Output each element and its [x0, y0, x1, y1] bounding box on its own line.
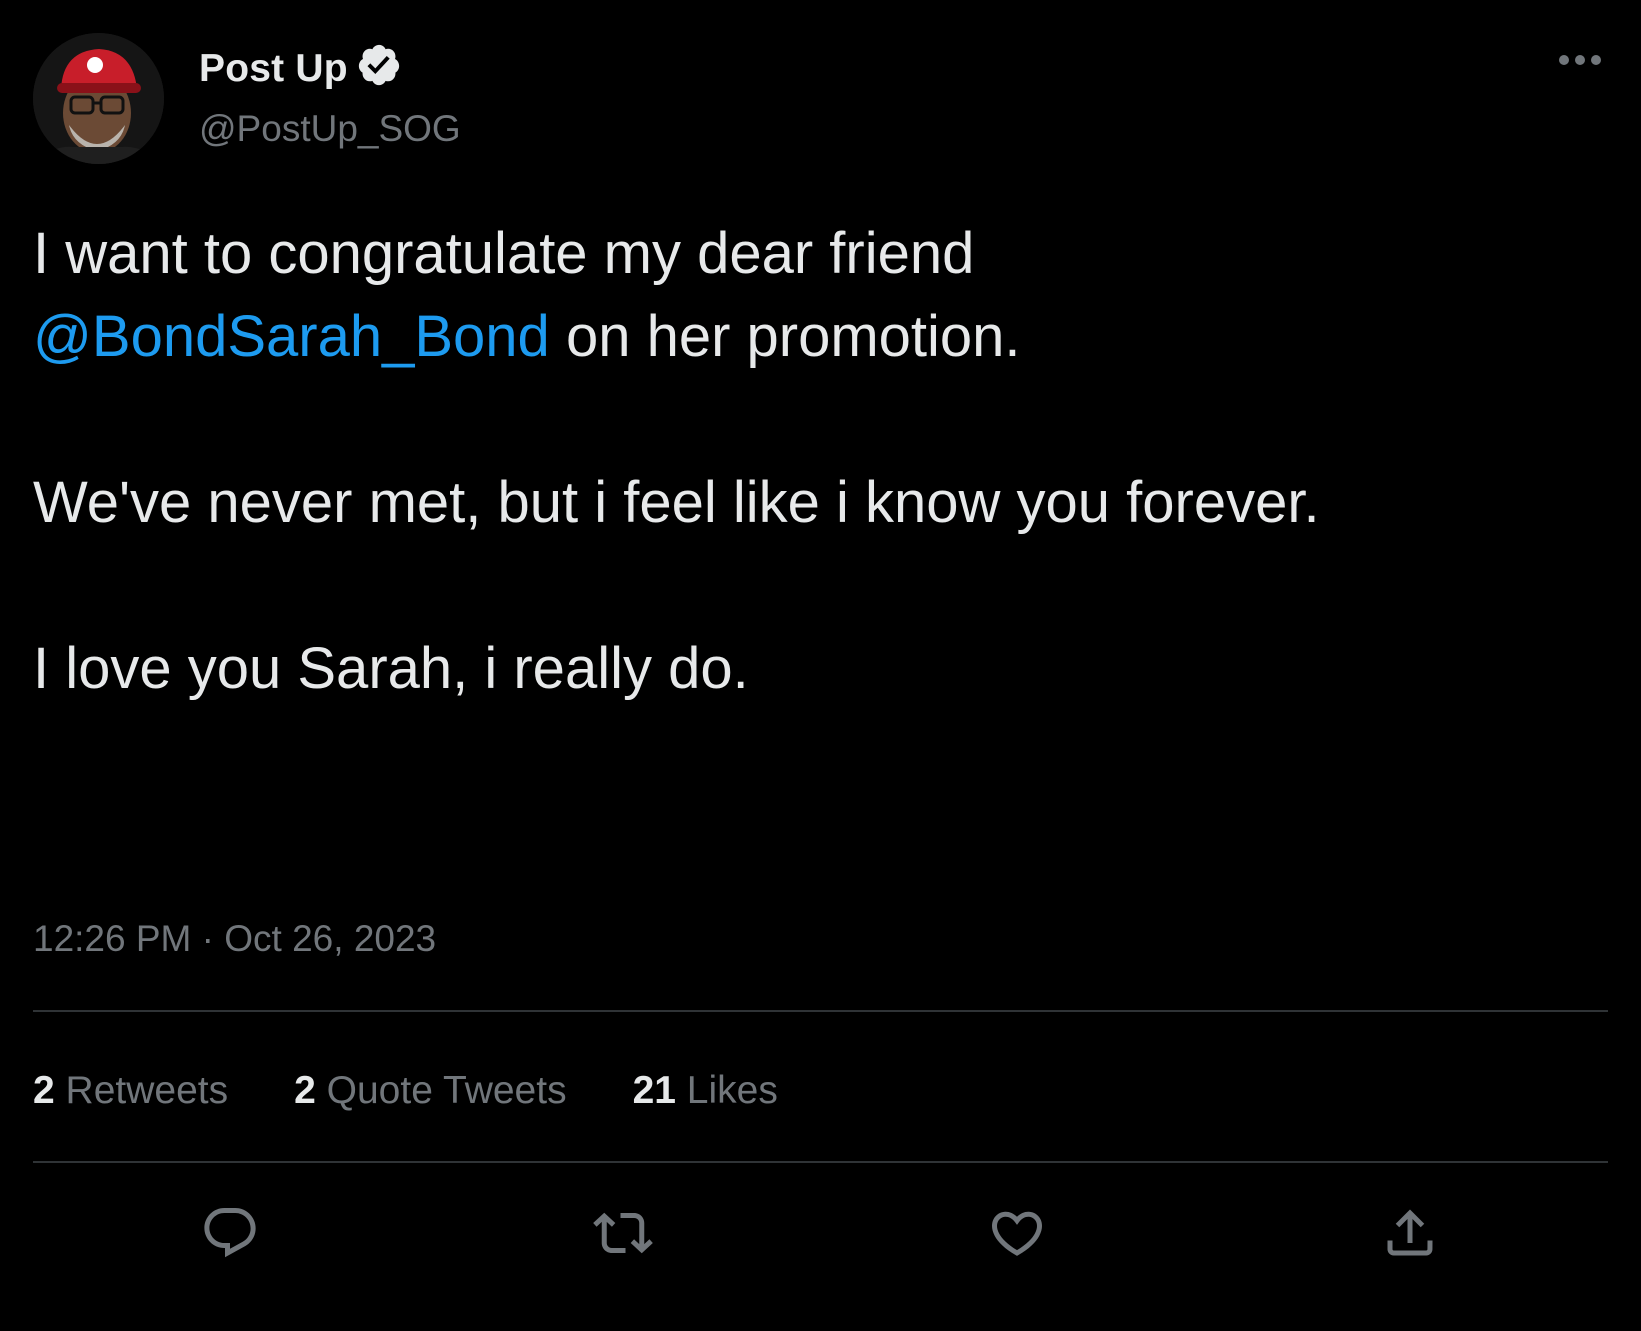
timestamp-time[interactable]: 12:26 PM — [33, 918, 191, 959]
like-icon — [991, 1211, 1043, 1256]
tweet-text: I want to congratulate my dear friend @B… — [33, 212, 1593, 710]
divider — [33, 1010, 1608, 1012]
paragraph-break — [33, 378, 1593, 461]
retweets-stat[interactable]: 2 Retweets — [33, 1069, 228, 1113]
verified-badge-icon — [356, 42, 402, 88]
retweets-count: 2 — [33, 1068, 55, 1112]
timestamp: 12:26 PM · Oct 26, 2023 — [33, 918, 436, 960]
reply-button[interactable] — [197, 1200, 263, 1266]
tweet-paragraph-3: I love you Sarah, i really do. — [33, 636, 749, 701]
divider — [33, 1161, 1608, 1163]
display-name[interactable]: Post Up — [199, 47, 348, 91]
timestamp-date[interactable]: Oct 26, 2023 — [224, 918, 436, 959]
likes-count: 21 — [632, 1068, 676, 1112]
tweet-paragraph-2: We've never met, but i feel like i know … — [33, 470, 1320, 535]
likes-label: Likes — [675, 1068, 778, 1112]
avatar-image — [33, 33, 164, 164]
retweets-label: Retweets — [54, 1068, 229, 1112]
timestamp-separator: · — [191, 918, 225, 959]
share-button[interactable] — [1377, 1200, 1443, 1266]
more-options-icon[interactable] — [1545, 40, 1615, 80]
avatar[interactable] — [33, 33, 164, 164]
tweet-detail: Post Up @PostUp_SOG I want to congratula… — [0, 0, 1641, 1331]
author-handle[interactable]: @PostUp_SOG — [199, 108, 461, 150]
likes-stat[interactable]: 21 Likes — [633, 1069, 778, 1113]
paragraph-break — [33, 544, 1593, 627]
author-name-row: Post Up — [199, 44, 402, 94]
tweet-line-2-text: on her promotion. — [549, 304, 1021, 369]
quotes-count: 2 — [294, 1068, 316, 1112]
tweet-line-2: @BondSarah_Bond on her promotion. — [33, 295, 1593, 378]
engagement-stats: 2 Retweets 2 Quote Tweets 21 Likes — [33, 1068, 844, 1113]
like-button[interactable] — [984, 1200, 1050, 1266]
share-icon — [1387, 1209, 1433, 1256]
quotes-label: Quote Tweets — [315, 1068, 567, 1112]
mention-link[interactable]: @BondSarah_Bond — [33, 304, 550, 369]
retweet-button[interactable] — [590, 1200, 656, 1266]
quote-tweets-stat[interactable]: 2 Quote Tweets — [294, 1069, 566, 1113]
tweet-line-1: I want to congratulate my dear friend — [33, 221, 975, 286]
retweet-icon — [593, 1212, 653, 1254]
reply-icon — [204, 1208, 256, 1258]
